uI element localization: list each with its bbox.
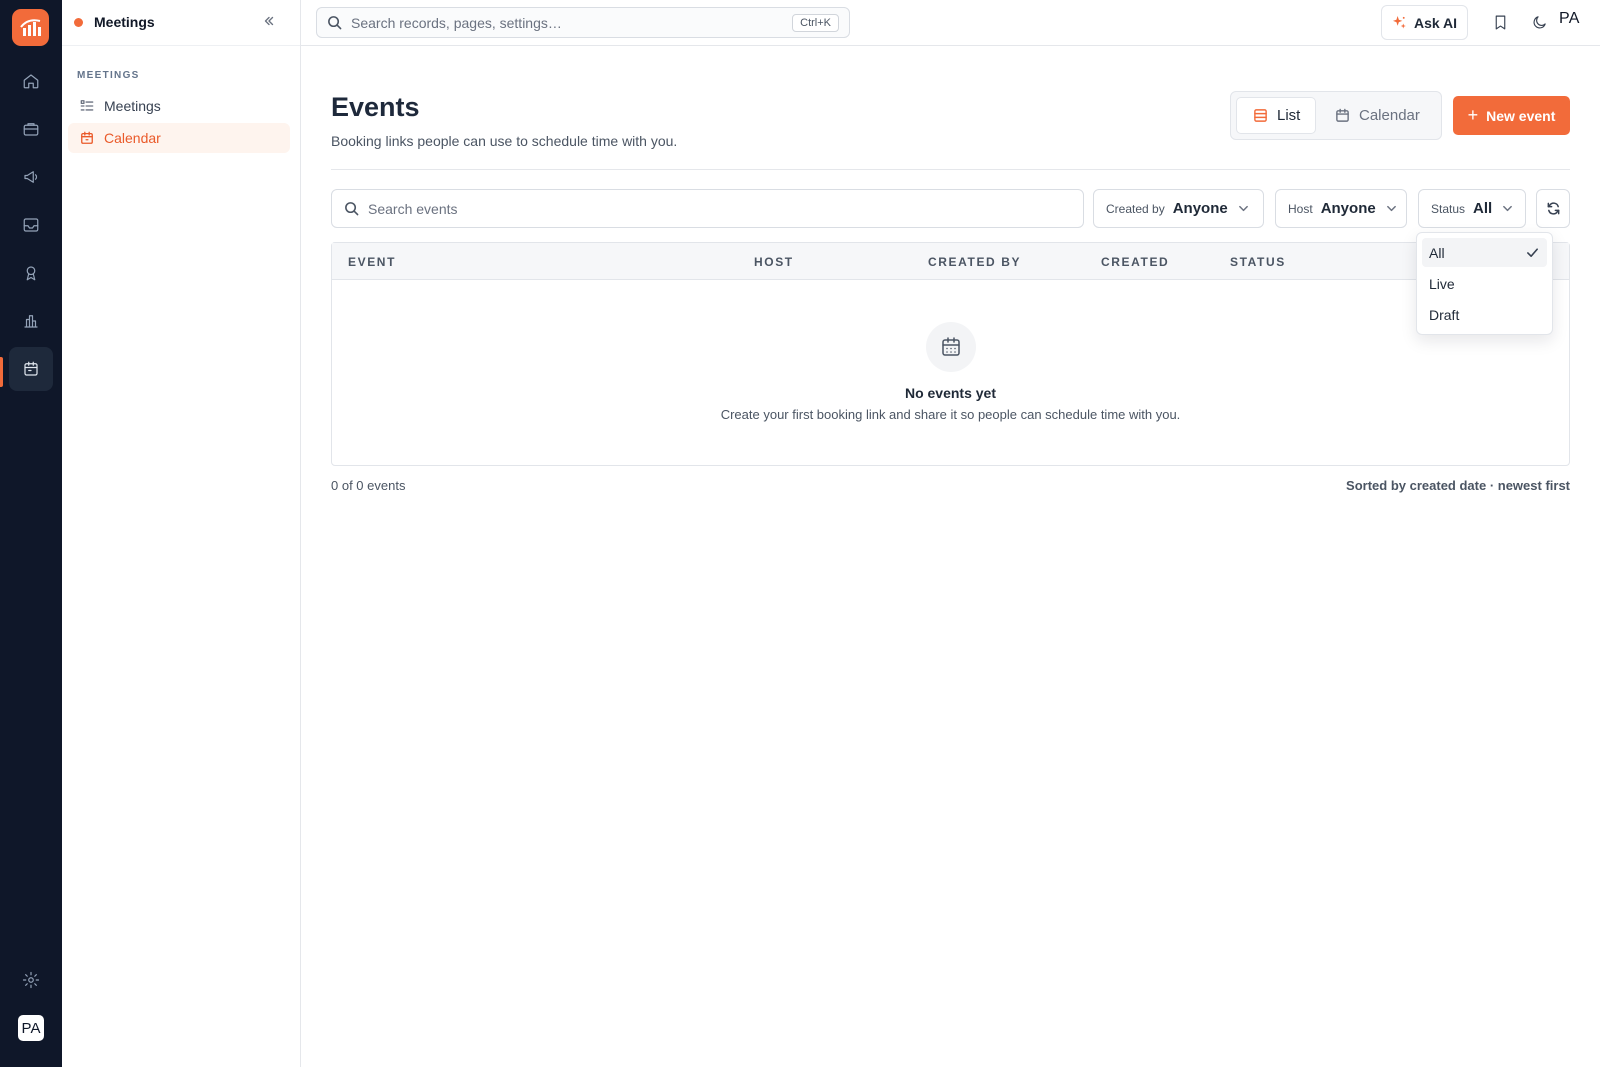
theme-toggle-button[interactable]	[1529, 12, 1549, 32]
megaphone-icon	[24, 171, 38, 183]
new-event-label: New event	[1486, 107, 1556, 124]
filter-value: Anyone	[1172, 200, 1228, 217]
calendar-icon	[942, 337, 960, 356]
gear-icon	[22, 971, 40, 989]
ask-ai-button[interactable]: Ask AI	[1381, 5, 1468, 40]
sidebar-item-label: Calendar	[104, 130, 161, 146]
sidebar-item-label: Meetings	[104, 98, 161, 114]
list-view-icon	[1254, 109, 1267, 122]
rail-marketing-button[interactable]	[9, 155, 53, 199]
rail-support-button[interactable]	[9, 251, 53, 295]
filter-value: Anyone	[1320, 200, 1376, 217]
status-option-draft[interactable]: Draft	[1422, 300, 1547, 329]
rail-meetings-button[interactable]	[9, 347, 53, 391]
option-label: All	[1429, 244, 1445, 261]
filter-value: All	[1473, 200, 1493, 217]
calendar-view-button[interactable]: Calendar	[1329, 97, 1441, 134]
search-icon	[345, 202, 359, 216]
chevron-down-icon	[1386, 205, 1396, 212]
page-subtitle: Booking links people can use to schedule…	[331, 133, 678, 149]
option-label: Live	[1429, 275, 1455, 292]
created-by-filter[interactable]: Created by Anyone	[1093, 189, 1264, 228]
empty-state-icon	[926, 322, 976, 372]
app-logo[interactable]	[12, 9, 49, 46]
list-view-label: List	[1277, 107, 1301, 124]
status-dot	[74, 18, 83, 27]
search-events-field[interactable]	[331, 189, 1084, 228]
list-icon	[80, 100, 94, 111]
sidebar-header: Meetings	[62, 0, 300, 46]
empty-state-description: Create your first booking link and share…	[720, 407, 1181, 422]
rail-user-avatar[interactable]: PA	[18, 1015, 44, 1041]
view-toggle: List Calendar	[1230, 91, 1442, 140]
rail-active-indicator	[0, 357, 3, 387]
chevron-down-icon	[1503, 205, 1513, 212]
search-events-input[interactable]	[368, 200, 968, 217]
calendar-icon	[81, 131, 93, 144]
sort-indicator: Sorted by created date · newest first	[1346, 478, 1570, 493]
column-header-created-by[interactable]: CREATED BY	[928, 255, 1021, 269]
app-rail: PA	[0, 0, 62, 1067]
sidebar-section-label: MEETINGS	[77, 70, 140, 81]
rail-inbox-button[interactable]	[9, 203, 53, 247]
briefcase-icon	[23, 123, 39, 136]
empty-state-title: No events yet	[904, 385, 997, 401]
moon-icon	[1533, 15, 1546, 28]
refresh-icon	[1547, 202, 1559, 215]
bar-chart-icon	[24, 315, 38, 328]
search-icon	[328, 16, 342, 30]
sparkle-icon	[1392, 15, 1406, 29]
filter-label: Host	[1288, 201, 1313, 216]
calendar-icon	[24, 361, 38, 376]
filter-label: Created by	[1106, 201, 1165, 216]
bookmark-icon	[1495, 15, 1505, 29]
column-header-created[interactable]: CREATED	[1101, 255, 1169, 269]
column-header-status[interactable]: STATUS	[1230, 255, 1286, 269]
global-search-placeholder: Search records, pages, settings…	[351, 14, 562, 31]
result-count: 0 of 0 events	[331, 478, 406, 493]
sidebar-title: Meetings	[94, 14, 155, 30]
global-search-input[interactable]: Search records, pages, settings… Ctrl+K	[316, 7, 850, 38]
shortcut-badge: Ctrl+K	[792, 14, 839, 32]
plus-icon: +	[1467, 105, 1479, 125]
new-event-button[interactable]: + New event	[1453, 96, 1570, 135]
status-filter[interactable]: Status All	[1418, 189, 1526, 228]
status-dropdown-menu: All Live Draft	[1416, 232, 1553, 335]
rail-home-button[interactable]	[9, 59, 53, 103]
calendar-view-label: Calendar	[1359, 107, 1420, 124]
rail-crm-button[interactable]	[9, 107, 53, 151]
check-icon	[1526, 246, 1539, 259]
calendar-icon	[1336, 108, 1349, 122]
award-icon	[26, 266, 36, 281]
home-icon	[23, 74, 39, 89]
header-divider	[331, 169, 1570, 170]
rail-settings-button[interactable]	[9, 958, 53, 1002]
column-header-event[interactable]: EVENT	[348, 255, 396, 269]
topbar: Search records, pages, settings… Ctrl+K …	[301, 0, 1600, 46]
table-header: EVENT HOST CREATED BY CREATED STATUS	[332, 243, 1569, 280]
logo-icon	[19, 18, 41, 36]
chevrons-left-icon	[264, 16, 274, 26]
option-label: Draft	[1429, 306, 1460, 323]
rail-reports-button[interactable]	[9, 299, 53, 343]
status-option-all[interactable]: All	[1422, 238, 1547, 267]
status-option-live[interactable]: Live	[1422, 269, 1547, 298]
collapse-sidebar-button[interactable]	[262, 14, 278, 30]
sidebar: Meetings MEETINGS Meetings Calendar	[62, 0, 301, 1067]
list-view-button[interactable]: List	[1236, 97, 1316, 134]
events-table: EVENT HOST CREATED BY CREATED STATUS No …	[331, 242, 1570, 466]
column-header-host[interactable]: HOST	[754, 255, 794, 269]
ask-ai-label: Ask AI	[1413, 14, 1458, 31]
chevron-down-icon	[1238, 205, 1248, 212]
refresh-button[interactable]	[1536, 189, 1570, 228]
sidebar-item-meetings[interactable]: Meetings	[68, 91, 290, 121]
filter-label: Status	[1431, 201, 1466, 216]
page-title: Events	[331, 92, 420, 122]
user-avatar[interactable]: PA	[1559, 10, 1580, 28]
sidebar-item-calendar[interactable]: Calendar	[68, 123, 290, 153]
bookmark-button[interactable]	[1490, 12, 1510, 32]
host-filter[interactable]: Host Anyone	[1275, 189, 1407, 228]
inbox-icon	[23, 218, 39, 232]
